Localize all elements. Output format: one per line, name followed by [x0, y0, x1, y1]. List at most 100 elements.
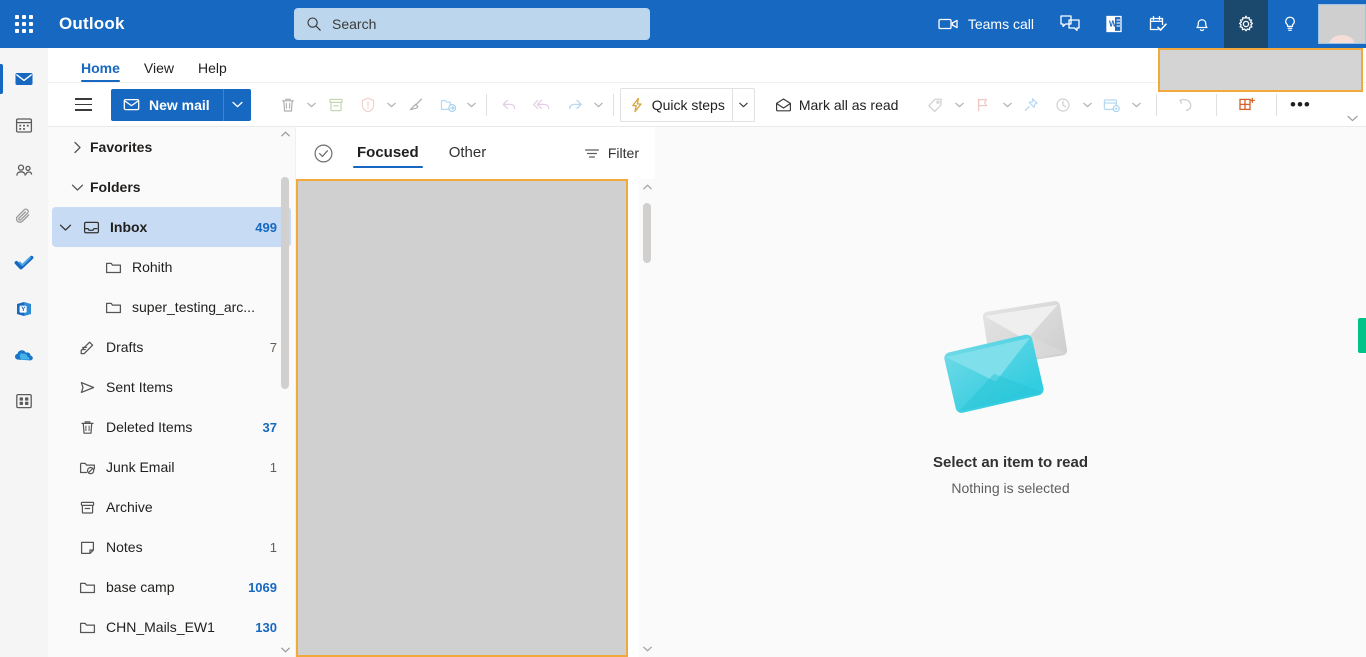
- folder-item-junk-email[interactable]: Junk Email 1: [52, 447, 291, 487]
- search-input[interactable]: [332, 16, 638, 32]
- delete-button[interactable]: [272, 89, 304, 121]
- flag-button[interactable]: [967, 89, 999, 121]
- move-to-button[interactable]: [432, 89, 464, 121]
- get-add-ins-button[interactable]: [1223, 89, 1270, 121]
- quick-steps-button[interactable]: Quick steps: [621, 89, 732, 121]
- folder-item-base-camp[interactable]: base camp 1069: [52, 567, 291, 607]
- tab-view[interactable]: View: [132, 61, 186, 82]
- folder-item-drafts-count: 7: [269, 339, 277, 355]
- select-all-circle-icon[interactable]: [309, 139, 337, 167]
- chat-button[interactable]: [1048, 0, 1092, 48]
- folder-item-drafts[interactable]: Drafts 7: [52, 327, 291, 367]
- folder-pane-scroll-thumb[interactable]: [281, 177, 289, 389]
- folder-pane-scrollbar[interactable]: [279, 127, 291, 657]
- reply-button[interactable]: [493, 89, 525, 121]
- mark-all-as-read-button[interactable]: Mark all as read: [767, 89, 906, 121]
- drafts-pencil-icon: [74, 339, 100, 356]
- undo-button[interactable]: [1163, 89, 1210, 121]
- highlighted-region-panel[interactable]: [1158, 48, 1363, 92]
- reply-all-button[interactable]: [525, 89, 559, 121]
- sweep-button[interactable]: [400, 89, 432, 121]
- move-to-dropdown[interactable]: [464, 89, 480, 121]
- quick-steps-group: Quick steps: [619, 87, 755, 122]
- header-action-group: Teams call W: [924, 0, 1366, 48]
- user-avatar[interactable]: [1318, 4, 1366, 44]
- rail-item-onedrive[interactable]: [0, 332, 48, 378]
- chevron-down-icon[interactable]: [52, 223, 78, 232]
- scroll-down-arrow-icon[interactable]: [279, 643, 291, 657]
- to-do-button[interactable]: [1136, 0, 1180, 48]
- new-mail-button[interactable]: New mail: [111, 88, 251, 121]
- settings-button[interactable]: [1224, 0, 1268, 48]
- app-launcher-icon[interactable]: [0, 0, 48, 48]
- categorize-dropdown[interactable]: [951, 89, 967, 121]
- nav-toggle-icon[interactable]: [66, 89, 100, 121]
- rail-item-mail[interactable]: [0, 56, 48, 102]
- lightning-bolt-icon: [631, 97, 642, 112]
- rules-button[interactable]: [1095, 89, 1128, 121]
- folder-item-inbox[interactable]: Inbox 499: [52, 207, 291, 247]
- rail-item-people[interactable]: [0, 148, 48, 194]
- people-icon: [16, 164, 33, 176]
- folder-item-rohith[interactable]: Rohith: [52, 247, 291, 287]
- ribbon-divider-4: [1156, 93, 1158, 116]
- rail-item-calendar[interactable]: [0, 102, 48, 148]
- rail-item-files[interactable]: [0, 194, 48, 240]
- forward-button[interactable]: [559, 89, 591, 121]
- rail-item-to-do[interactable]: [0, 240, 48, 286]
- categorize-button[interactable]: [919, 89, 951, 121]
- folder-item-super-testing-arc[interactable]: super_testing_arc...: [52, 287, 291, 327]
- filter-label: Filter: [607, 145, 639, 161]
- snooze-button[interactable]: [1047, 89, 1079, 121]
- search-box[interactable]: [294, 8, 650, 40]
- report-junk-button[interactable]: [352, 89, 384, 121]
- teams-call-button[interactable]: Teams call: [924, 0, 1048, 48]
- folder-item-notes[interactable]: Notes 1: [52, 527, 291, 567]
- scroll-down-arrow-icon[interactable]: [639, 641, 655, 657]
- tab-other[interactable]: Other: [443, 138, 493, 168]
- folder-item-notes-label: Notes: [106, 539, 143, 555]
- gear-icon: [1238, 15, 1254, 32]
- report-junk-dropdown[interactable]: [384, 89, 400, 121]
- folder-section-folders[interactable]: Folders: [48, 167, 295, 207]
- forward-dropdown[interactable]: [591, 89, 607, 121]
- quick-steps-dropdown[interactable]: [731, 88, 754, 121]
- folder-section-favorites[interactable]: Favorites: [48, 127, 295, 167]
- chevron-down-icon: [955, 102, 964, 107]
- rules-dropdown[interactable]: [1128, 89, 1144, 121]
- rail-item-more-apps[interactable]: [0, 378, 48, 424]
- office-app-button[interactable]: W: [1092, 0, 1136, 48]
- pin-button[interactable]: [1015, 89, 1047, 121]
- tab-focused[interactable]: Focused: [351, 138, 425, 168]
- tab-help[interactable]: Help: [186, 61, 239, 82]
- scroll-up-arrow-icon[interactable]: [639, 179, 655, 195]
- folder-item-sent-items[interactable]: Sent Items: [52, 367, 291, 407]
- delete-dropdown[interactable]: [304, 89, 320, 121]
- more-commands-button[interactable]: •••: [1283, 89, 1317, 121]
- notifications-button[interactable]: [1180, 0, 1224, 48]
- app-brand-title: Outlook: [59, 14, 125, 33]
- scroll-up-arrow-icon[interactable]: [279, 127, 291, 141]
- message-list-scroll-thumb[interactable]: [643, 203, 651, 263]
- archive-button[interactable]: [320, 89, 352, 121]
- snooze-dropdown[interactable]: [1079, 89, 1095, 121]
- filter-button[interactable]: Filter: [584, 145, 641, 161]
- folder-item-chn-mails-ew1[interactable]: CHN_Mails_EW1 130: [52, 607, 291, 647]
- ribbon-divider-2: [485, 93, 487, 116]
- message-list-scrollbar[interactable]: [639, 179, 655, 657]
- message-list-header: Focused Other Filter: [296, 127, 655, 179]
- new-mail-main[interactable]: New mail: [111, 89, 223, 121]
- undo-arrow-icon: [1179, 98, 1192, 111]
- message-list-pane: Focused Other Filter: [295, 127, 655, 657]
- tips-button[interactable]: [1268, 0, 1312, 48]
- tab-home[interactable]: Home: [69, 61, 132, 82]
- new-mail-dropdown[interactable]: [222, 88, 251, 121]
- flag-dropdown[interactable]: [999, 89, 1015, 121]
- reading-pane-subtitle: Nothing is selected: [951, 480, 1070, 496]
- reading-pane: Select an item to read Nothing is select…: [655, 127, 1366, 657]
- rail-item-viva-engage[interactable]: Y: [0, 286, 48, 332]
- folder-item-deleted-items[interactable]: Deleted Items 37: [52, 407, 291, 447]
- message-list-body[interactable]: [296, 179, 628, 657]
- folder-item-archive[interactable]: Archive: [52, 487, 291, 527]
- new-mail-label: New mail: [149, 96, 210, 113]
